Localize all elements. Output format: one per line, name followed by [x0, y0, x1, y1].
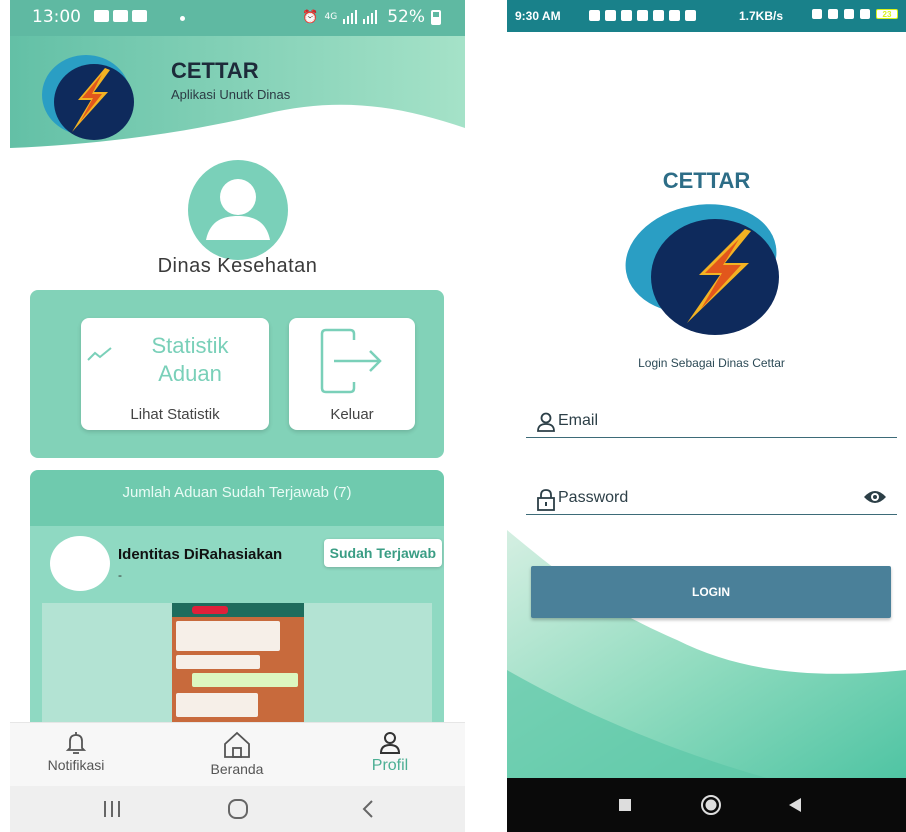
nav-notifications-label: Notifikasi — [47, 757, 105, 773]
logout-icon — [320, 328, 382, 394]
signal-icon — [343, 10, 378, 24]
phone-screen-profile: 13:00 ⏰ 4G 52% CETTAR Aplikasi Unutk Din… — [10, 0, 465, 832]
user-icon — [379, 732, 401, 754]
status-right: ⏰ 4G 52% — [302, 7, 441, 27]
back-triangle-icon — [789, 798, 801, 812]
nav-notifications[interactable]: Notifikasi — [21, 731, 131, 773]
chat-screenshot-image — [172, 603, 304, 732]
recents-button[interactable] — [595, 778, 655, 832]
more-notifications-dot — [180, 16, 185, 21]
bottom-navigation: Notifikasi Beranda Profil — [10, 722, 465, 786]
app-logo — [625, 204, 779, 335]
notification-icon — [589, 10, 600, 21]
home-icon — [224, 731, 250, 758]
network-speed: 1.7KB/s — [739, 9, 784, 23]
twitter-icon — [685, 10, 696, 21]
gallery-icon — [94, 10, 109, 22]
instagram-icon — [653, 10, 664, 21]
email-field[interactable]: Email — [526, 406, 897, 438]
status-time: 9:30 AM — [515, 9, 561, 23]
alarm-icon — [812, 9, 822, 19]
answered-count-title: Jumlah Aduan Sudah Terjawab (7) — [122, 484, 352, 501]
answered-complaints-panel: Jumlah Aduan Sudah Terjawab (7) Identita… — [30, 470, 444, 732]
complaint-name: Identitas DiRahasiakan — [118, 546, 283, 563]
recents-button[interactable] — [72, 786, 152, 832]
lock-icon — [537, 489, 555, 511]
notification-icons — [589, 10, 696, 21]
youtube-icon — [605, 10, 616, 21]
user-icon — [537, 412, 555, 432]
logout-card[interactable]: Keluar — [289, 318, 415, 430]
password-field[interactable]: Password — [526, 483, 897, 515]
send-icon — [621, 10, 632, 21]
complaint-card[interactable]: Identitas DiRahasiakan - Sudah Terjawab — [30, 526, 444, 732]
nav-profile[interactable]: Profil — [335, 731, 445, 775]
app-logo — [42, 55, 134, 140]
home-system-button[interactable] — [681, 778, 741, 832]
login-button[interactable]: LOGIN — [531, 566, 891, 618]
recents-icon — [104, 801, 120, 817]
phone-screen-login: 9:30 AM 1.7KB/s 23 CETTAR Login Sebagai … — [507, 0, 906, 832]
battery-icon — [431, 9, 441, 25]
signal-icon — [844, 9, 854, 19]
system-navigation-bar — [507, 778, 906, 832]
square-icon — [619, 799, 631, 811]
profile-avatar-icon — [188, 160, 288, 260]
nav-home[interactable]: Beranda — [182, 731, 292, 777]
notification-icon — [637, 10, 648, 21]
app-title: CETTAR — [171, 58, 259, 83]
status-bar: 9:30 AM 1.7KB/s 23 — [507, 0, 906, 32]
complaint-detail: - — [118, 568, 122, 582]
statistics-title-line2: Aduan — [158, 361, 222, 386]
nav-profile-label: Profil — [371, 757, 409, 774]
battery-percent: 52% — [387, 7, 425, 27]
youtube-icon — [113, 10, 128, 22]
back-chevron-icon — [362, 800, 373, 818]
login-title: CETTAR — [662, 168, 751, 193]
alarm-icon: ⏰ — [302, 9, 319, 25]
status-bar: 13:00 ⏰ 4G 52% — [10, 0, 465, 36]
bell-icon — [65, 732, 87, 754]
profile-name: Dinas Kesehatan — [157, 255, 318, 277]
system-navigation-bar — [10, 786, 465, 832]
complaint-image[interactable] — [42, 603, 432, 732]
statistics-card[interactable]: Statistik Aduan Lihat Statistik — [81, 318, 269, 430]
nav-home-label: Beranda — [210, 761, 264, 777]
home-system-button[interactable] — [198, 786, 278, 832]
notification-icon — [669, 10, 680, 21]
eye-icon[interactable] — [863, 489, 887, 505]
network-type: 4G — [324, 11, 338, 22]
status-right: 23 — [812, 9, 898, 19]
notification-icons — [94, 10, 147, 22]
back-button[interactable] — [765, 778, 825, 832]
battery-icon: 23 — [876, 9, 898, 19]
complaint-avatar — [50, 536, 110, 591]
home-circle-icon — [228, 799, 248, 819]
login-subtitle: Login Sebagai Dinas Cettar — [638, 356, 785, 370]
status-time: 13:00 — [32, 7, 81, 27]
home-circle-icon — [701, 795, 721, 815]
statistics-title-line1: Statistik — [151, 333, 229, 358]
wifi-icon — [860, 9, 870, 19]
back-button[interactable] — [328, 786, 408, 832]
logout-label: Keluar — [330, 406, 374, 423]
status-badge: Sudah Terjawab — [323, 539, 442, 567]
email-placeholder: Email — [558, 412, 599, 429]
signal-icon — [828, 9, 838, 19]
password-placeholder: Password — [558, 489, 629, 506]
background-wave — [507, 530, 906, 780]
app-subtitle: Aplikasi Unutk Dinas — [171, 87, 291, 102]
youtube-icon — [132, 10, 147, 22]
statistics-label: Lihat Statistik — [130, 406, 220, 423]
